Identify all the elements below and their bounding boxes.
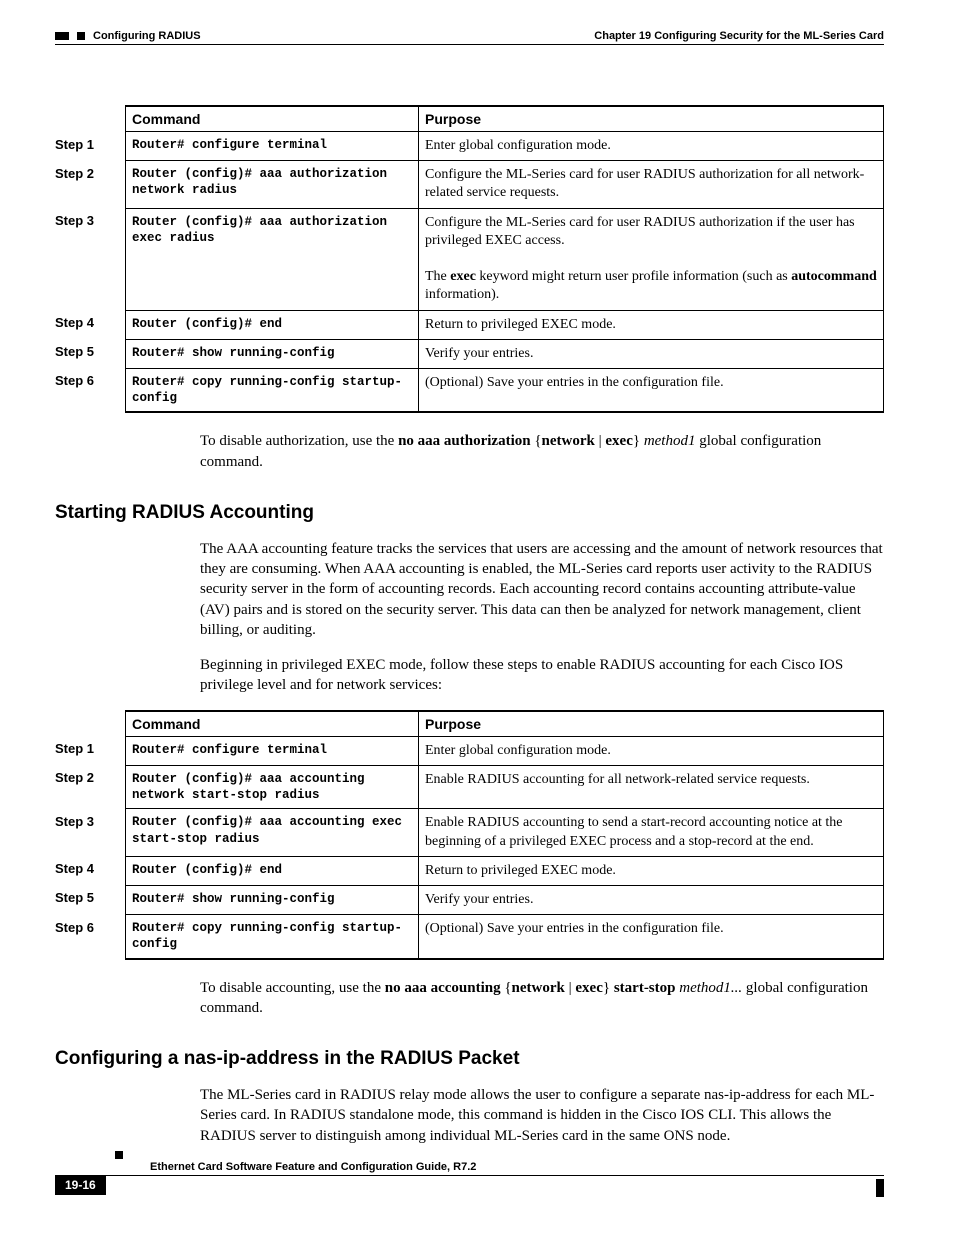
header-mark-icon [55, 32, 69, 40]
purpose-cell: Configure the ML-Series card for user RA… [419, 161, 884, 208]
accounting-description: The AAA accounting feature tracks the se… [200, 539, 884, 640]
header-mark-icon [77, 32, 85, 40]
step-label: Step 3 [55, 809, 126, 856]
heading-starting-radius-accounting: Starting RADIUS Accounting [55, 502, 884, 524]
step-label: Step 5 [55, 339, 126, 368]
main-content: Command Purpose Step 1Router# configure … [55, 105, 884, 1146]
purpose-cell: Configure the ML-Series card for user RA… [419, 208, 884, 310]
command-cell: Router# copy running-config startup-conf… [126, 368, 419, 412]
step-label: Step 6 [55, 368, 126, 412]
accounting-intro: Beginning in privileged EXEC mode, follo… [200, 655, 884, 696]
disable-authorization-note: To disable authorization, use the no aaa… [200, 431, 884, 472]
heading-nas-ip-address: Configuring a nas-ip-address in the RADI… [55, 1048, 884, 1070]
command-cell: Router (config)# aaa authorization exec … [126, 208, 419, 310]
command-cell: Router# show running-config [126, 339, 419, 368]
command-cell: Router# show running-config [126, 885, 419, 914]
command-cell: Router# configure terminal [126, 132, 419, 161]
purpose-cell: Enter global configuration mode. [419, 736, 884, 765]
purpose-cell: Enable RADIUS accounting for all network… [419, 765, 884, 809]
step-label: Step 2 [55, 765, 126, 809]
footer-title: Ethernet Card Software Feature and Confi… [55, 1161, 884, 1176]
purpose-cell: Enable RADIUS accounting to send a start… [419, 809, 884, 856]
authorization-steps-table: Command Purpose Step 1Router# configure … [55, 105, 884, 413]
table-row: Step 2Router (config)# aaa authorization… [55, 161, 884, 208]
accounting-steps-table: Command Purpose Step 1Router# configure … [55, 710, 884, 960]
purpose-cell: Verify your entries. [419, 885, 884, 914]
col-header-command: Command [126, 711, 419, 737]
command-cell: Router (config)# aaa accounting exec sta… [126, 809, 419, 856]
table-row: Step 3Router (config)# aaa accounting ex… [55, 809, 884, 856]
purpose-cell: (Optional) Save your entries in the conf… [419, 368, 884, 412]
step-label: Step 5 [55, 885, 126, 914]
step-label: Step 4 [55, 310, 126, 339]
table-row: Step 6Router# copy running-config startu… [55, 368, 884, 412]
footer-mark-icon [115, 1151, 123, 1159]
command-cell: Router (config)# end [126, 310, 419, 339]
command-cell: Router# configure terminal [126, 736, 419, 765]
step-label: Step 1 [55, 132, 126, 161]
purpose-cell: Verify your entries. [419, 339, 884, 368]
header-chapter: Chapter 19 Configuring Security for the … [594, 30, 884, 42]
header-section: Configuring RADIUS [93, 30, 201, 42]
step-label: Step 1 [55, 736, 126, 765]
running-header: Configuring RADIUS Chapter 19 Configurin… [55, 30, 884, 42]
command-cell: Router (config)# end [126, 856, 419, 885]
disable-accounting-note: To disable accounting, use the no aaa ac… [200, 978, 884, 1019]
purpose-cell: Return to privileged EXEC mode. [419, 310, 884, 339]
step-label: Step 6 [55, 915, 126, 959]
table-row: Step 5Router# show running-configVerify … [55, 339, 884, 368]
command-cell: Router (config)# aaa accounting network … [126, 765, 419, 809]
page: Configuring RADIUS Chapter 19 Configurin… [0, 0, 954, 1235]
command-cell: Router# copy running-config startup-conf… [126, 915, 419, 959]
page-footer: Ethernet Card Software Feature and Confi… [55, 1151, 884, 1195]
page-number: 19-16 [55, 1175, 106, 1195]
table-row: Step 2Router (config)# aaa accounting ne… [55, 765, 884, 809]
header-rule [55, 44, 884, 45]
step-label: Step 4 [55, 856, 126, 885]
table-row: Step 3Router (config)# aaa authorization… [55, 208, 884, 310]
table-row: Step 1Router# configure terminalEnter gl… [55, 736, 884, 765]
command-cell: Router (config)# aaa authorization netwo… [126, 161, 419, 208]
step-label: Step 2 [55, 161, 126, 208]
table-row: Step 4Router (config)# endReturn to priv… [55, 856, 884, 885]
nas-ip-description: The ML-Series card in RADIUS relay mode … [200, 1085, 884, 1146]
table-row: Step 4Router (config)# endReturn to priv… [55, 310, 884, 339]
purpose-cell: Return to privileged EXEC mode. [419, 856, 884, 885]
purpose-cell: Enter global configuration mode. [419, 132, 884, 161]
col-header-purpose: Purpose [419, 711, 884, 737]
table-row: Step 6Router# copy running-config startu… [55, 915, 884, 959]
table-row: Step 1Router# configure terminalEnter gl… [55, 132, 884, 161]
table-row: Step 5Router# show running-configVerify … [55, 885, 884, 914]
step-label: Step 3 [55, 208, 126, 310]
col-header-purpose: Purpose [419, 106, 884, 132]
purpose-cell: (Optional) Save your entries in the conf… [419, 915, 884, 959]
footer-right-mark-icon [876, 1179, 884, 1197]
col-header-command: Command [126, 106, 419, 132]
